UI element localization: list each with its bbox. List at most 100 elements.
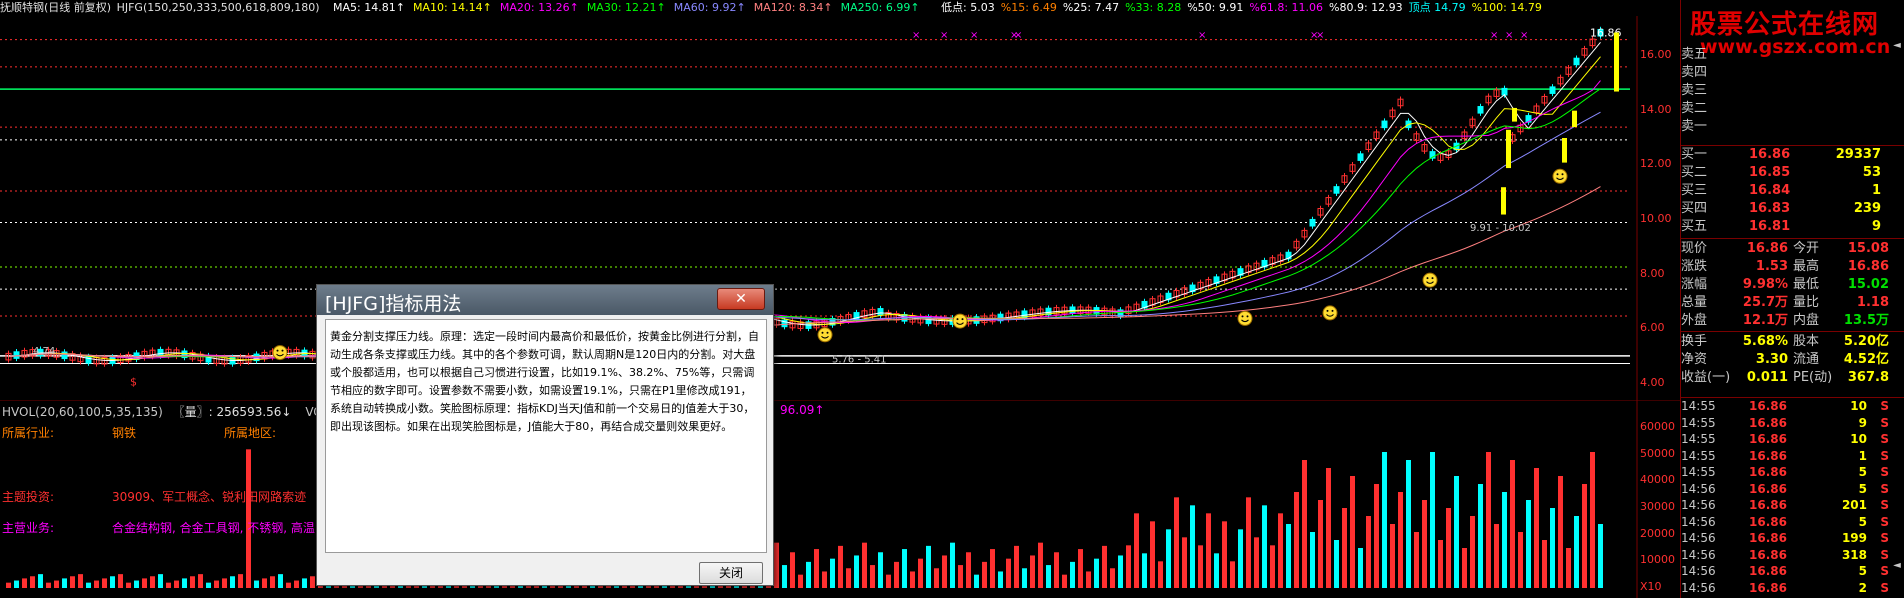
volume-bar (1230, 561, 1235, 588)
tick-price: 16.86 (1749, 432, 1787, 446)
tick-price: 16.86 (1749, 564, 1787, 578)
volume-bar (1342, 508, 1347, 588)
quote-key: 外盘 (1681, 313, 1708, 328)
ma-line (8, 111, 1601, 358)
volume-bar (238, 574, 243, 588)
volume-bar (974, 574, 979, 588)
dialog-titlebar[interactable]: [HJFG]指标用法 ✕ (317, 285, 773, 315)
tick-side: S (1880, 481, 1889, 496)
volume-bar (782, 565, 787, 588)
tick-time: 14:55 (1681, 465, 1716, 479)
candle (1477, 106, 1484, 114)
volume-bar (1502, 492, 1507, 588)
quote-key: 现价 (1681, 241, 1708, 256)
volume-bar (1550, 508, 1555, 588)
candle (877, 308, 884, 316)
volume-bar (910, 571, 915, 588)
quote-row: 换手 5.68% 股本 5.20亿 (1681, 333, 1891, 351)
order-buy-row: 买五 16.81 9 (1681, 218, 1881, 236)
tick-time: 14:56 (1681, 514, 1716, 529)
volume-bar (102, 578, 107, 588)
volume-bar (62, 578, 67, 588)
order-vol: 29337 (1835, 147, 1881, 162)
ma-item: MA5: 14.81↑ (333, 1, 405, 14)
volume-tick: 60000 (1640, 420, 1675, 433)
quote-key: 净资 (1681, 352, 1708, 367)
volume-header: HVOL(20,60,100,5,35,135) 〖量〗: 256593.56↓… (2, 403, 356, 420)
volume-bar (1518, 532, 1523, 588)
volume-bar (1222, 521, 1227, 588)
quote-key: 换手 (1681, 334, 1708, 349)
volume-bar (166, 582, 171, 588)
volume-bar (1510, 460, 1515, 588)
order-label: 卖一 (1681, 119, 1708, 134)
volume-bar (1382, 452, 1387, 588)
volume-bar (1470, 516, 1475, 588)
volume-bar (278, 574, 283, 588)
order-price: 16.86 (1749, 147, 1791, 162)
order-buy-row: 买二 16.85 53 (1681, 164, 1881, 182)
volume-bar (918, 558, 923, 588)
volume-bar (1078, 549, 1083, 588)
volume-bar (894, 561, 899, 588)
order-label: 卖五 (1681, 47, 1708, 62)
highlight-candle (1572, 110, 1577, 128)
volume-bar (1174, 497, 1179, 588)
ma-values: MA5: 14.81↑ MA10: 14.14↑ MA20: 13.26↑ MA30:… (333, 1, 928, 14)
quote-value: 4.52亿 (1843, 352, 1889, 367)
tick-volume: 199 (1841, 531, 1867, 545)
tick-price: 16.86 (1749, 415, 1787, 430)
order-price: 16.85 (1749, 165, 1791, 180)
dialog-body[interactable]: 黄金分割支撑压力线。原理：选定一段时间内最高价和最低价，按黄金比例进行分割，自动… (325, 319, 767, 553)
level-item: %50: 9.91 (1187, 1, 1244, 14)
tick-volume: 5 (1858, 481, 1867, 496)
volume-bar (310, 576, 315, 588)
volume-bar (70, 576, 75, 588)
tick-side: S (1880, 498, 1889, 512)
volume-value: 〖量〗: 256593.56↓ (172, 405, 292, 419)
candle (1357, 153, 1364, 161)
order-price: 16.81 (1749, 219, 1791, 234)
quote-value: 1.18 (1856, 295, 1889, 310)
quote-key: 最高 (1793, 259, 1820, 274)
tick-side: S (1880, 399, 1889, 413)
volume-bar (1006, 558, 1011, 588)
signal-mark: × (1490, 30, 1498, 41)
close-button[interactable]: 关闭 (699, 562, 763, 584)
close-icon[interactable]: ✕ (717, 288, 765, 310)
volume-bar (14, 580, 19, 588)
theme-label: 主题投资: (2, 490, 55, 504)
price-chart[interactable]: 16.869.91 - 10.025.76 - 5.414.74$× × × ×× × ×… (0, 16, 1680, 400)
highlight-candle (1506, 129, 1511, 169)
volume-bar (1374, 484, 1379, 588)
tick-row: 14:55 16.86 10 S (1681, 431, 1891, 448)
volume-bar (1302, 460, 1307, 588)
volume-bar (1430, 452, 1435, 588)
quote-value: 9.98% (1742, 277, 1788, 292)
sidebar-arrow-icon[interactable]: ◄ (1891, 40, 1903, 60)
tick-volume: 318 (1841, 547, 1867, 562)
volume-bar (1590, 452, 1595, 588)
business-value: 合金结构钢, 合金工具钢, 不锈钢, 高温 (112, 521, 315, 535)
sidebar-arrow-icon-bottom[interactable]: ◄ (1891, 560, 1903, 580)
volume-tick: 30000 (1640, 500, 1675, 513)
signal-mark: × (1505, 30, 1513, 41)
fib-levels: 低点: 5.03 %15: 6.49 %25: 7.47 %33: 8.28 %50: … (941, 1, 1548, 14)
volume-bar (1462, 548, 1467, 588)
tick-row: 14:55 16.86 9 S (1681, 415, 1891, 432)
tick-price: 16.86 (1749, 481, 1787, 496)
price-tick: 4.00 (1640, 376, 1665, 389)
level-item: %15: 6.49 (1000, 1, 1057, 14)
quote-row: 涨跌 1.53 最高 16.86 (1681, 258, 1891, 276)
volume-bar (1038, 542, 1043, 588)
volume-bar (118, 574, 123, 588)
separator (1681, 331, 1904, 332)
volume-bar (1358, 548, 1363, 588)
volume-bar (254, 580, 259, 588)
volume-bar (1014, 545, 1019, 588)
volume-bar (854, 555, 859, 588)
price-tick: 6.00 (1640, 321, 1665, 335)
volume-bar (190, 576, 195, 588)
level-item: 顶点 14.79 (1408, 1, 1466, 14)
dialog-text: 黄金分割支撑压力线。原理：选定一段时间内最高价和最低价，按黄金比例进行分割，自动… (330, 330, 759, 433)
